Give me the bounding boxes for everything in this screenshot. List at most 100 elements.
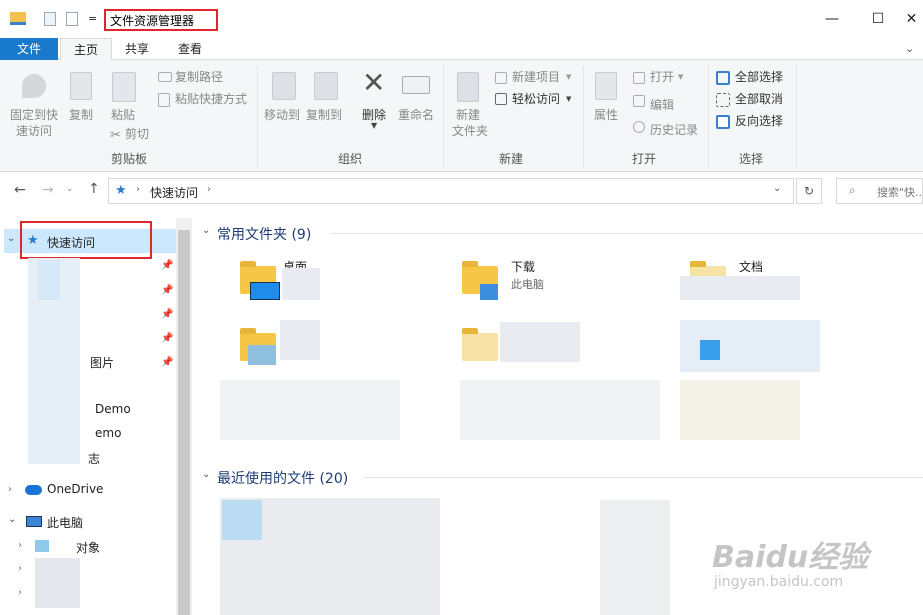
back-icon[interactable]: ← <box>14 182 26 198</box>
nav-scrollbar-thumb[interactable] <box>178 230 190 615</box>
title-bar: = 文件资源管理器 — ☐ ✕ <box>0 0 923 38</box>
new-item-dropdown-icon[interactable]: ▼ <box>566 73 571 81</box>
section-chevron-icon[interactable]: ⌄ <box>202 225 210 236</box>
copy-button[interactable]: 复制 <box>69 107 93 123</box>
select-all-button[interactable]: 全部选择 <box>735 69 783 85</box>
properties-qat-icon[interactable] <box>44 12 56 26</box>
address-bar[interactable]: ★ › 快速访问 › ⌄ <box>108 178 794 204</box>
paste-shortcut-button[interactable]: 粘贴快捷方式 <box>175 91 247 107</box>
refresh-button[interactable]: ↻ <box>796 178 822 204</box>
move-to-button[interactable]: 移动到 <box>264 107 300 123</box>
edit-button[interactable]: 编辑 <box>650 97 674 113</box>
3d-objects-icon <box>35 540 49 552</box>
paste-button[interactable]: 粘贴 <box>111 107 135 123</box>
this-pc-icon <box>26 516 42 527</box>
history-icon <box>633 121 645 133</box>
easy-access-icon <box>495 93 507 105</box>
onedrive-cloud-icon <box>25 485 42 495</box>
nav-item-log[interactable]: 志 <box>88 450 100 467</box>
pin-icon <box>22 74 46 98</box>
pin-button-line2[interactable]: 速访问 <box>16 123 52 139</box>
ribbon: 固定到快 速访问 复制 粘贴 复制路径 粘贴快捷方式 ✂ 剪切 剪贴板 移动到 … <box>0 60 923 172</box>
copy-path-button[interactable]: 复制路径 <box>175 69 223 85</box>
tab-share[interactable]: 共享 <box>114 38 160 60</box>
forward-icon[interactable]: → <box>42 182 54 198</box>
folder-downloads[interactable]: 下载 <box>511 258 535 275</box>
new-item-button[interactable]: 新建项目 <box>512 69 560 85</box>
new-group-label: 新建 <box>498 152 523 166</box>
breadcrumb-quick-access[interactable]: 快速访问 <box>150 184 198 201</box>
download-arrow-icon <box>480 284 498 300</box>
open-button[interactable]: 打开 <box>650 69 674 85</box>
collapse-chevron-icon[interactable]: › <box>18 587 22 598</box>
tab-file[interactable]: 文件 <box>0 38 58 60</box>
new-folder-button-line1[interactable]: 新建 <box>456 107 480 123</box>
clipboard-group-label: 剪贴板 <box>110 152 147 166</box>
new-folder-qat-icon[interactable] <box>66 12 78 26</box>
history-button[interactable]: 历史记录 <box>650 122 698 138</box>
new-folder-icon <box>457 72 479 102</box>
section-divider <box>330 233 923 234</box>
frequent-folders-header[interactable]: 常用文件夹 (9) <box>217 224 311 244</box>
search-icon: ⌕ <box>849 183 856 197</box>
cut-button[interactable]: 剪切 <box>125 126 149 142</box>
section-chevron-icon[interactable]: ⌄ <box>202 469 210 480</box>
blurred-nav-content <box>35 558 80 608</box>
collapse-chevron-icon[interactable]: › <box>18 563 22 574</box>
quick-access-highlight-box <box>20 221 152 259</box>
nav-item-demo[interactable]: Demo <box>95 402 131 416</box>
tab-home[interactable]: 主页 <box>60 38 112 61</box>
collapse-chevron-icon[interactable]: › <box>18 540 22 551</box>
blurred-recent-files <box>222 500 262 540</box>
tab-view[interactable]: 查看 <box>166 38 214 60</box>
recent-locations-icon[interactable]: ⌄ <box>66 184 74 194</box>
folder-icon <box>462 328 498 361</box>
qat-dropdown-icon[interactable]: = <box>88 12 97 25</box>
nav-this-pc[interactable]: 此电脑 <box>47 514 83 531</box>
recent-files-header[interactable]: 最近使用的文件 (20) <box>217 468 348 488</box>
pin-icon: 📌 <box>161 333 174 344</box>
address-dropdown-icon[interactable]: ⌄ <box>773 183 781 194</box>
nav-onedrive[interactable]: OneDrive <box>47 482 103 496</box>
invert-selection-button[interactable]: 反向选择 <box>735 113 783 129</box>
copy-to-button[interactable]: 复制到 <box>306 107 342 123</box>
new-folder-button-line2[interactable]: 文件夹 <box>452 123 488 139</box>
title-highlight-box <box>104 9 218 31</box>
new-item-icon <box>495 72 507 84</box>
select-none-button[interactable]: 全部取消 <box>735 91 783 107</box>
organize-group-label: 组织 <box>337 152 362 166</box>
nav-item-pictures[interactable]: 图片 <box>90 354 114 371</box>
folder-downloads-location: 此电脑 <box>511 278 544 291</box>
open-dropdown-icon[interactable]: ▼ <box>678 73 683 81</box>
expand-chevron-icon[interactable]: ⌄ <box>7 233 15 244</box>
pin-icon: 📌 <box>161 309 174 320</box>
properties-button[interactable]: 属性 <box>594 107 618 123</box>
minimize-button[interactable]: — <box>809 0 855 38</box>
blurred-content <box>280 320 320 360</box>
pictures-thumb-icon <box>248 345 276 365</box>
easy-access-dropdown-icon[interactable]: ▼ <box>566 95 571 103</box>
nav-3d-objects[interactable]: 对象 <box>76 539 100 556</box>
pin-icon: 📌 <box>161 357 174 368</box>
pin-button-line1[interactable]: 固定到快 <box>10 107 58 123</box>
up-icon[interactable]: ↑ <box>88 181 100 197</box>
copy-icon <box>70 72 92 100</box>
delete-dropdown-icon[interactable]: ▼ <box>371 121 377 130</box>
nav-item-demo2[interactable]: emo <box>95 426 121 440</box>
expand-chevron-icon[interactable]: ⌄ <box>8 514 16 525</box>
blurred-content <box>680 276 800 300</box>
ribbon-separator <box>796 66 797 168</box>
collapse-chevron-icon[interactable]: › <box>8 484 12 495</box>
folder-documents[interactable]: 文档 <box>739 258 763 275</box>
close-button[interactable]: ✕ <box>900 0 923 38</box>
easy-access-button[interactable]: 轻松访问 <box>512 91 560 107</box>
expand-ribbon-icon[interactable]: ⌄ <box>905 42 914 55</box>
desktop-monitor-icon <box>250 282 280 300</box>
open-group-label: 打开 <box>631 152 656 166</box>
rename-button[interactable]: 重命名 <box>398 107 434 123</box>
select-all-icon <box>716 71 730 85</box>
search-box[interactable]: ⌕ 搜索"快... <box>836 178 923 204</box>
pin-icon: 📌 <box>161 260 174 271</box>
blurred-content <box>460 380 660 440</box>
maximize-button[interactable]: ☐ <box>855 0 901 38</box>
